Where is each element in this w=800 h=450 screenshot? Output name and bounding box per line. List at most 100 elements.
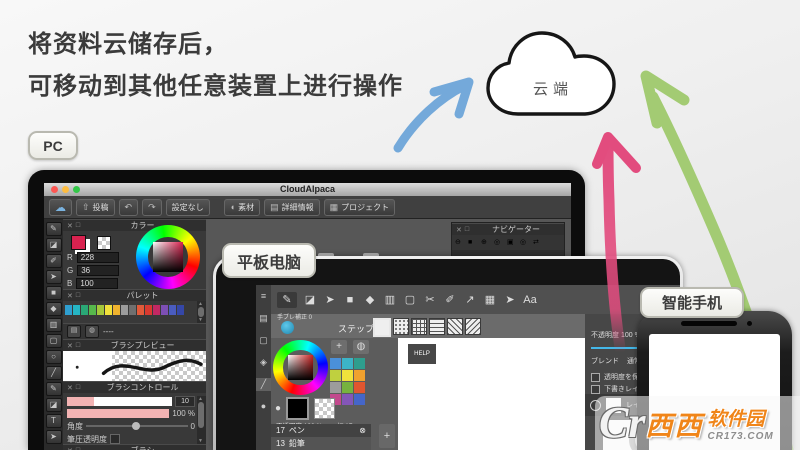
color-wheel[interactable] [136, 225, 200, 289]
select-icon[interactable]: ▢ [256, 334, 271, 347]
close-panel-icon[interactable]: ✕ [67, 342, 73, 350]
tone-pattern-icon[interactable] [465, 318, 481, 335]
popout-panel-icon[interactable]: □ [465, 226, 469, 233]
brush-width-slider[interactable] [67, 397, 172, 406]
tablet-canvas[interactable]: HELP [398, 338, 585, 450]
help-badge[interactable]: HELP [408, 344, 436, 364]
color-swatch[interactable] [105, 305, 112, 315]
saturation-value-box[interactable] [288, 355, 313, 380]
rect-icon[interactable]: ■ [46, 286, 62, 300]
eraser-icon[interactable]: ◪ [46, 238, 62, 252]
color-swatch[interactable] [145, 305, 152, 315]
color-swatch[interactable] [73, 305, 80, 315]
color-swatch[interactable] [129, 305, 136, 315]
tone-pattern-icon[interactable] [447, 318, 463, 335]
tone-pattern-icon[interactable] [429, 318, 445, 335]
gradient-icon[interactable]: ▥ [383, 292, 397, 308]
details-button[interactable]: ▤詳細情報 [264, 199, 320, 216]
add-swatch-button[interactable]: + [331, 340, 347, 354]
close-panel-icon[interactable]: ✕ [456, 226, 462, 234]
color-swatch[interactable] [89, 305, 96, 315]
reset-icon[interactable]: ▣ [507, 238, 518, 248]
saturation-value-box[interactable] [153, 242, 182, 271]
color-swatch[interactable] [121, 305, 128, 315]
protect-alpha-checkbox[interactable] [591, 373, 600, 382]
pointer-icon[interactable]: ➤ [503, 292, 517, 308]
edit-icon[interactable]: ✐ [443, 292, 457, 308]
text-tool-icon[interactable]: T [46, 414, 62, 428]
text-tool-icon[interactable]: Aa [523, 292, 537, 308]
popout-panel-icon[interactable]: □ [76, 222, 80, 229]
cloud-sync-button[interactable]: ☁ [49, 199, 72, 216]
rect-icon[interactable]: ■ [343, 292, 357, 308]
close-panel-icon[interactable]: ✕ [67, 292, 73, 300]
brush-control-scrollbar[interactable] [197, 396, 206, 444]
color-swatch[interactable] [97, 305, 104, 315]
draft-layer-checkbox[interactable] [591, 385, 600, 394]
brush-opacity-slider[interactable] [67, 409, 169, 418]
ink-pen-icon[interactable]: ✐ [46, 254, 62, 268]
tone-icon[interactable]: ◈ [256, 356, 271, 369]
minimize-window-icon[interactable] [62, 186, 69, 193]
export-icon[interactable]: ↗ [463, 292, 477, 308]
color-swatch[interactable] [342, 382, 353, 393]
zoom-in-icon[interactable]: ⊕ [481, 238, 492, 248]
tone-pattern-icon[interactable] [411, 318, 427, 335]
color-swatch[interactable] [354, 370, 365, 381]
brush-list-item[interactable]: 13 鉛筆 [271, 437, 371, 450]
popout-panel-icon[interactable]: □ [76, 342, 80, 349]
eraser-icon[interactable]: ◪ [303, 292, 317, 308]
color-swatch[interactable] [354, 382, 365, 393]
rotate-left-icon[interactable]: ◎ [494, 238, 505, 248]
delete-palette-icon[interactable]: ◍ [85, 325, 99, 338]
color-wheel[interactable] [273, 340, 328, 395]
brush-list-item[interactable]: 17 ペン ⊗ [271, 424, 371, 437]
color-swatch[interactable] [342, 394, 353, 405]
color-swatch[interactable] [137, 305, 144, 315]
pen-icon[interactable]: ✎ [46, 222, 62, 236]
brush-width-value[interactable]: 10 [175, 396, 195, 407]
redo-button[interactable]: ↷ [142, 199, 162, 216]
color-swatch[interactable] [177, 305, 184, 315]
delete-swatch-button[interactable]: ◍ [353, 340, 369, 354]
b-value-field[interactable]: 100 [76, 278, 118, 289]
menu-icon[interactable]: ≡ [256, 290, 271, 303]
eyedropper-icon[interactable]: ╱ [46, 366, 62, 380]
publish-button[interactable]: ⇧投稿 [76, 199, 115, 216]
transparent-swatch[interactable] [314, 398, 335, 419]
lasso-icon[interactable]: ○ [46, 350, 62, 364]
tone-grid-icon[interactable]: ▦ [483, 292, 497, 308]
settings-button[interactable]: 設定なし [166, 199, 210, 216]
fit-icon[interactable]: ■ [468, 238, 479, 248]
palette-icon[interactable]: ● [256, 400, 271, 413]
color-swatch[interactable] [342, 370, 353, 381]
fill-icon[interactable]: ◆ [363, 292, 377, 308]
color-swatch[interactable] [330, 358, 341, 369]
color-swatch[interactable] [330, 382, 341, 393]
current-color-swatch[interactable] [286, 397, 309, 420]
pen-tool-icon[interactable]: ╱ [256, 378, 271, 391]
popout-panel-icon[interactable]: □ [76, 384, 80, 391]
r-value-field[interactable]: 228 [77, 252, 119, 263]
stabilizer-knob[interactable] [281, 321, 294, 334]
close-window-icon[interactable] [51, 186, 58, 193]
color-swatch[interactable] [354, 358, 365, 369]
rotate-right-icon[interactable]: ◎ [520, 238, 531, 248]
edit-eraser-icon[interactable]: ◪ [46, 398, 62, 412]
current-color-swatch[interactable] [71, 235, 86, 250]
color-swatch[interactable] [81, 305, 88, 315]
new-palette-icon[interactable]: ▤ [67, 325, 81, 338]
color-swatch[interactable] [169, 305, 176, 315]
brush-angle-slider[interactable] [86, 425, 188, 427]
flip-icon[interactable]: ⇄ [533, 238, 544, 248]
zoom-out-icon[interactable]: ⊖ [455, 238, 466, 248]
project-button[interactable]: ▦プロジェクト [324, 199, 396, 216]
undo-button[interactable]: ↶ [119, 199, 139, 216]
color-swatch[interactable] [342, 358, 353, 369]
popout-panel-icon[interactable]: □ [76, 292, 80, 299]
close-panel-icon[interactable]: ✕ [67, 384, 73, 392]
remove-brush-icon[interactable]: ⊗ [359, 426, 366, 435]
cursor-icon[interactable]: ➤ [323, 292, 337, 308]
color-swatch[interactable] [113, 305, 120, 315]
tone-pattern-icon[interactable] [373, 318, 391, 337]
